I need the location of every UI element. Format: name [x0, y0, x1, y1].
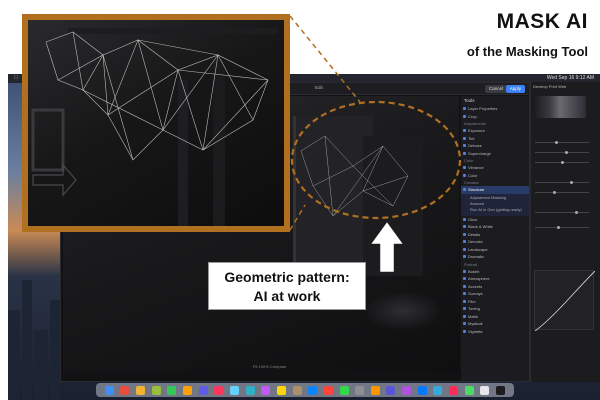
dock-app-icon[interactable] [323, 385, 333, 395]
apply-button[interactable]: Apply [505, 85, 525, 93]
tool-item[interactable]: Bokeh [461, 268, 529, 276]
tool-item[interactable]: Black & White [461, 223, 529, 231]
develop-tabs[interactable]: Develop Print Web [531, 82, 600, 91]
tool-item[interactable]: Exposure [461, 127, 529, 135]
tool-item[interactable]: Dramatic [461, 253, 529, 261]
dock-app-icon[interactable] [402, 385, 412, 395]
tool-item[interactable]: Layer Properties [461, 105, 529, 113]
tool-item[interactable]: Dehaze [461, 142, 529, 150]
city-skyline [8, 250, 68, 400]
headline-subtitle: of the Masking Tool [466, 44, 588, 59]
structure-options: Adjustment Masking Amount Run AI in Gen … [461, 193, 529, 216]
tools-section-label: Creative [464, 180, 479, 185]
tool-item[interactable]: Vignette [461, 328, 529, 336]
tool-item[interactable]: Supercharge [461, 150, 529, 158]
callout-line-1: Geometric pattern: [224, 269, 350, 285]
callout-box: Geometric pattern: AI at work [208, 262, 366, 310]
tools-panel: Tools Layer Properties Crop Adjustments Exp… [461, 96, 529, 381]
dock-app-icon[interactable] [308, 385, 318, 395]
tools-section-label: Color [464, 158, 474, 163]
tool-item[interactable]: Matte [461, 313, 529, 321]
dock-app-icon[interactable] [214, 385, 224, 395]
tools-list: Layer Properties Crop Adjustments Exposure T… [461, 105, 529, 194]
tools-title: Tools [464, 98, 475, 103]
develop-panel: Develop Print Web [530, 82, 600, 382]
dock-app-icon[interactable] [198, 385, 208, 395]
dock-app-icon[interactable] [276, 385, 286, 395]
slider[interactable] [535, 151, 589, 154]
slider[interactable] [535, 181, 589, 184]
tool-item[interactable]: Tint [461, 135, 529, 143]
tool-item[interactable]: Color [461, 172, 529, 180]
zoom-inset [22, 14, 290, 232]
headline-title: MASK AI [496, 10, 588, 33]
tool-item[interactable]: Details [461, 231, 529, 239]
tool-item[interactable]: Mystical [461, 320, 529, 328]
dock-app-icon[interactable] [449, 385, 459, 395]
callout-line-2: AI at work [253, 288, 321, 304]
dock-app-icon[interactable] [370, 385, 380, 395]
up-arrow-icon [370, 221, 404, 273]
dock-app-icon[interactable] [480, 385, 490, 395]
dock-app-icon[interactable] [104, 385, 114, 395]
dock-app-icon[interactable] [433, 385, 443, 395]
canvas-bottom-bar[interactable]: Fit 100% Compare [253, 364, 286, 369]
dock-app-icon[interactable] [182, 385, 192, 395]
dock-app-icon[interactable] [496, 385, 506, 395]
tool-item[interactable]: Accents [461, 283, 529, 291]
tool-item[interactable]: Sunrays [461, 290, 529, 298]
inset-mask-mesh [31, 28, 278, 226]
tool-item[interactable]: Film [461, 298, 529, 306]
tool-item[interactable]: Denoise [461, 238, 529, 246]
dock-app-icon[interactable] [417, 385, 427, 395]
tools-list-more: Glow Black & White Details Denoise Landscape… [461, 216, 529, 336]
slider[interactable] [535, 226, 589, 229]
tool-item[interactable]: Toning [461, 305, 529, 313]
apple-icon[interactable]:  [14, 74, 18, 83]
tools-section-label: Adjustments [464, 121, 487, 126]
dock-app-icon[interactable] [167, 385, 177, 395]
histogram [534, 96, 586, 118]
structure-row-3[interactable]: Run AI in Gen (getting ready) [461, 207, 529, 213]
tone-curve[interactable] [534, 270, 596, 332]
dock-app-icon[interactable] [151, 385, 161, 395]
dock [96, 383, 514, 397]
tool-item[interactable]: Glow [461, 216, 529, 224]
dock-app-icon[interactable] [120, 385, 130, 395]
dock-app-icon[interactable] [245, 385, 255, 395]
slider[interactable] [535, 191, 589, 194]
dock-app-icon[interactable] [464, 385, 474, 395]
zoom-inset-image [28, 20, 284, 226]
slider[interactable] [535, 161, 589, 164]
tool-item[interactable]: Atmosphere [461, 275, 529, 283]
dock-app-icon[interactable] [386, 385, 396, 395]
tool-item[interactable]: Structure [461, 186, 529, 194]
dock-app-icon[interactable] [135, 385, 145, 395]
dock-app-icon[interactable] [261, 385, 271, 395]
slider[interactable] [535, 141, 589, 144]
edit-label[interactable]: Edit [315, 85, 323, 90]
tool-item[interactable]: Vibrance [461, 164, 529, 172]
tool-item[interactable]: Landscape [461, 246, 529, 254]
slider[interactable] [535, 211, 589, 214]
cancel-button[interactable]: Cancel [484, 85, 507, 93]
dock-app-icon[interactable] [292, 385, 302, 395]
dock-app-icon[interactable] [229, 385, 239, 395]
tools-section-label: Portrait [464, 261, 477, 267]
dock-app-icon[interactable] [339, 385, 349, 395]
tool-item[interactable]: Crop [461, 113, 529, 121]
dock-app-icon[interactable] [355, 385, 365, 395]
